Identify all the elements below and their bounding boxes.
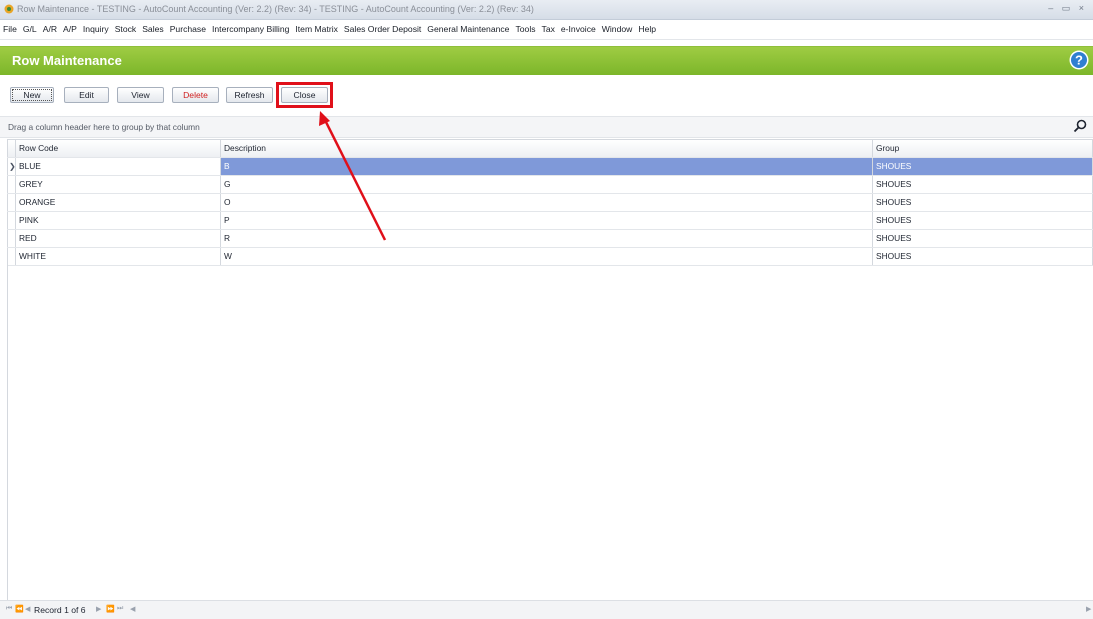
group-cell[interactable]: SHOUES (872, 194, 1093, 211)
menu-intercompany-billing[interactable]: Intercompany Billing (209, 20, 292, 34)
menu-gl[interactable]: G/L (20, 20, 40, 34)
menu-sales[interactable]: Sales (139, 20, 167, 34)
scroll-left-icon[interactable]: ◀ (130, 605, 135, 613)
group-cell[interactable]: SHOUES (872, 176, 1093, 193)
table-row[interactable]: PINK P SHOUES (7, 212, 1093, 230)
previous-record-icon[interactable]: ◀ (25, 605, 30, 613)
group-cell[interactable]: SHOUES (872, 212, 1093, 229)
row-code-cell[interactable]: WHITE (15, 248, 220, 265)
description-cell[interactable]: G (220, 176, 872, 193)
table-row[interactable]: ORANGE O SHOUES (7, 194, 1093, 212)
row-code-cell[interactable]: PINK (15, 212, 220, 229)
column-header-description[interactable]: Description (220, 140, 872, 157)
row-indicator-header (7, 140, 15, 157)
last-record-icon[interactable]: ⏭ (117, 605, 123, 613)
description-cell[interactable]: W (220, 248, 872, 265)
column-header-group[interactable]: Group (872, 140, 1093, 157)
row-indicator: ❯ (7, 158, 15, 175)
table-row[interactable]: ❯ BLUE B SHOUES (7, 158, 1093, 176)
menu-help[interactable]: Help (635, 20, 659, 34)
menu-tax[interactable]: Tax (539, 20, 558, 34)
page-header: Row Maintenance ? (0, 46, 1093, 75)
description-cell[interactable]: B (220, 158, 872, 175)
menu-ar[interactable]: A/R (40, 20, 60, 34)
description-cell[interactable]: O (220, 194, 872, 211)
menu-e-invoice[interactable]: e-Invoice (558, 20, 599, 34)
menu-ap[interactable]: A/P (60, 20, 80, 34)
view-button[interactable]: View (117, 87, 164, 103)
row-indicator (7, 230, 15, 247)
row-indicator (7, 176, 15, 193)
column-header-row-code[interactable]: Row Code (15, 140, 220, 157)
refresh-button[interactable]: Refresh (226, 87, 273, 103)
search-icon[interactable] (1073, 119, 1087, 133)
menu-inquiry[interactable]: Inquiry (80, 20, 112, 34)
menu-bar: File G/L A/R A/P Inquiry Stock Sales Pur… (0, 20, 1093, 40)
menu-item-matrix[interactable]: Item Matrix (292, 20, 341, 34)
app-icon (4, 4, 14, 14)
table-row[interactable]: GREY G SHOUES (7, 176, 1093, 194)
svg-text:?: ? (1075, 53, 1083, 68)
menu-general-maintenance[interactable]: General Maintenance (424, 20, 512, 34)
group-cell[interactable]: SHOUES (872, 248, 1093, 265)
table-row[interactable]: WHITE W SHOUES (7, 248, 1093, 266)
row-code-cell[interactable]: GREY (15, 176, 220, 193)
window-title: Row Maintenance - TESTING - AutoCount Ac… (17, 4, 534, 14)
row-code-cell[interactable]: RED (15, 230, 220, 247)
record-navigator: ⏮ ⏪ ◀ Record 1 of 6 ▶ ⏩ ⏭ ◀ ▶ (0, 600, 1093, 619)
table-row[interactable]: RED R SHOUES (7, 230, 1093, 248)
row-indicator (7, 248, 15, 265)
new-button[interactable]: New (10, 87, 54, 103)
close-button-highlight (276, 82, 333, 108)
menu-stock[interactable]: Stock (112, 20, 140, 34)
title-bar: Row Maintenance - TESTING - AutoCount Ac… (0, 0, 1093, 20)
page-title: Row Maintenance (12, 53, 122, 68)
delete-button[interactable]: Delete (172, 87, 219, 103)
menu-sales-order-deposit[interactable]: Sales Order Deposit (341, 20, 424, 34)
toolbar: New Edit View Delete Refresh Close (0, 80, 1093, 113)
edit-button[interactable]: Edit (64, 87, 109, 103)
first-record-icon[interactable]: ⏮ (6, 605, 12, 613)
menu-window[interactable]: Window (599, 20, 636, 34)
previous-page-icon[interactable]: ⏪ (15, 605, 24, 613)
row-code-cell[interactable]: BLUE (15, 158, 220, 175)
row-code-cell[interactable]: ORANGE (15, 194, 220, 211)
grid-left-border (7, 256, 8, 600)
description-cell[interactable]: P (220, 212, 872, 229)
row-grid: Row Code Description Group ❯ BLUE B SHOU… (7, 139, 1093, 266)
next-page-icon[interactable]: ⏩ (106, 605, 115, 613)
menu-purchase[interactable]: Purchase (167, 20, 209, 34)
grid-header: Row Code Description Group (7, 139, 1093, 158)
description-cell[interactable]: R (220, 230, 872, 247)
menu-file[interactable]: File (0, 20, 20, 34)
group-cell[interactable]: SHOUES (872, 158, 1093, 175)
row-indicator (7, 194, 15, 211)
scroll-right-icon[interactable]: ▶ (1086, 605, 1091, 613)
row-indicator-icon: ❯ (8, 162, 15, 171)
help-icon[interactable]: ? (1069, 50, 1089, 70)
next-record-icon[interactable]: ▶ (96, 605, 101, 613)
group-by-panel[interactable]: Drag a column header here to group by th… (0, 116, 1093, 138)
row-indicator (7, 212, 15, 229)
window-controls[interactable]: – ▭ × (1048, 3, 1087, 14)
menu-tools[interactable]: Tools (512, 20, 538, 34)
group-cell[interactable]: SHOUES (872, 230, 1093, 247)
record-counter: Record 1 of 6 (34, 605, 86, 615)
group-by-hint: Drag a column header here to group by th… (8, 122, 200, 132)
